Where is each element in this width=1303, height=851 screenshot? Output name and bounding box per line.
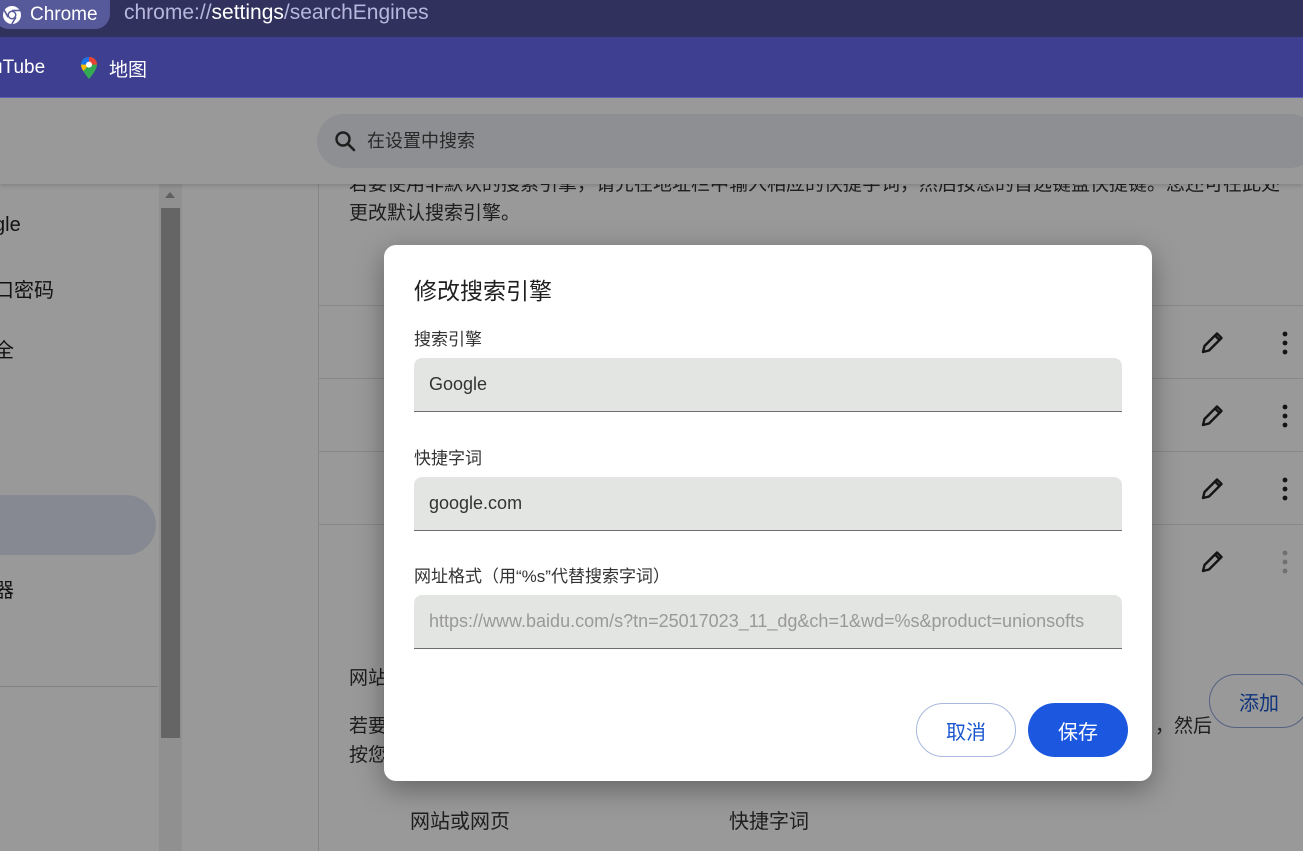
bookmark-youtube[interactable]: uTube <box>0 56 45 80</box>
maps-pin-icon <box>81 57 97 79</box>
shortcut-label: 快捷字词 <box>414 449 482 468</box>
shortcut-input[interactable] <box>429 493 1119 514</box>
address-bar[interactable]: chrome://settings/searchEngines <box>124 0 429 26</box>
url-format-field[interactable] <box>414 595 1122 649</box>
dialog-title: 修改搜索引擎 <box>414 278 552 304</box>
cancel-button[interactable]: 取消 <box>916 703 1016 757</box>
save-button[interactable]: 保存 <box>1028 703 1128 757</box>
edit-search-engine-dialog: 修改搜索引擎 搜索引擎 快捷字词 网址格式（用“%s”代替搜索字词） 取消 保存 <box>384 245 1152 781</box>
url-scheme: chrome:// <box>124 1 212 24</box>
url-path: /searchEngines <box>283 1 429 24</box>
bookmarks-bar: uTube 地图 <box>0 37 1303 98</box>
chrome-site-chip[interactable]: Chrome <box>0 0 110 29</box>
engine-name-field[interactable] <box>414 358 1122 412</box>
engine-name-input[interactable] <box>429 374 1119 395</box>
browser-top-bar: Chrome chrome://settings/searchEngines <box>0 0 1303 37</box>
chip-label: Chrome <box>30 3 98 25</box>
url-format-input[interactable] <box>429 611 1119 632</box>
chrome-icon <box>3 5 21 24</box>
bookmark-label: uTube <box>0 57 46 78</box>
bookmark-label: 地图 <box>109 59 148 81</box>
engine-name-label: 搜索引擎 <box>414 330 482 349</box>
url-host: settings <box>211 1 284 24</box>
url-format-label: 网址格式（用“%s”代替搜索字词） <box>414 567 670 586</box>
bookmark-maps[interactable]: 地图 <box>79 56 148 81</box>
shortcut-field[interactable] <box>414 477 1122 531</box>
